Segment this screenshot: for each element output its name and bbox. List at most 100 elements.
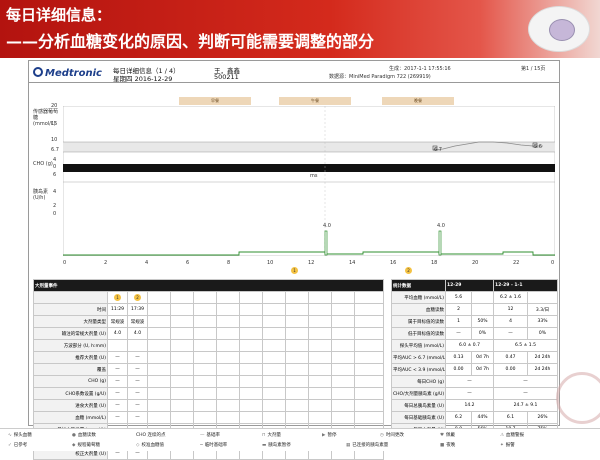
legend-item: ♥ 佩戴 [440,433,456,438]
medtronic-logo: Medtronic [33,67,102,79]
bolus-value-1: 4.0 [323,223,331,229]
table-row: 探头平均值 (mmol/L) 6.0 ± 0.7 6.5 ± 1.5 [391,339,558,352]
row-label: 平均血糖 (mmol/L) [391,291,446,304]
legend-item: ✓ 已参考 [8,443,28,448]
cell-value: — [445,387,494,400]
row-label: 覆盖 [33,363,108,376]
legend-item: ✦ 报警 [500,443,515,448]
x-tick-10: 10 [267,260,274,266]
table-row: 进食大剂量 (U) — — [33,399,385,412]
table-row: 时间 11:29 17:39 [33,303,385,316]
night-icon: ■ [440,443,445,448]
bolus-table-title: 大剂量事件 [32,279,385,292]
bolus-icon: ⊓ [262,433,266,438]
cell-value: 14.2 [445,399,494,412]
x-tick-0: 0 [63,260,67,266]
statistics-table: 统计数据 12-29 12-29 - 1-1 平均血糖 (mmol/L) 5.6 6.2… [391,279,558,448]
legend-item: ◇ 校准血糖值 [136,443,164,448]
legend-item: ∿ 探头血糖 [8,433,32,438]
row-label: 探头平均值 (mmol/L) [391,339,446,352]
cell-value: — [493,375,558,388]
legend-item: CHO 连续的点 [136,433,166,438]
brand-name: Medtronic [45,68,102,79]
legend-item: — 基础率 [200,433,220,438]
table-row: 血糖读数 2 12 3.3/日 [391,303,558,316]
stats-col-a: 12-29 [445,279,494,292]
stats-title: 统计数据 [391,279,446,292]
x-tick-4: 4 [145,260,149,266]
row-label: 血糖读数 [391,303,446,316]
insulin-axis-label: 胰岛素 (U/h) [33,189,49,201]
basal-line-icon: — [200,433,205,438]
cho-label: CHO (g) [33,161,53,167]
x-tick-2: 2 [104,260,108,266]
table-row: 覆盖 — — [33,363,385,376]
meal-breakfast: 早餐 [179,97,251,105]
alert-icon: ⚠ [500,433,505,438]
table-row: 每日总胰岛素量 (U) 14.2 24.7 ± 9.1 [391,399,558,412]
clock-icon: ◷ [380,433,384,438]
row-label: 每日基础胰岛素 (U) [391,411,446,424]
sg-tick-15: 15 [51,121,58,127]
university-seal [556,372,600,424]
x-tick-24: 0 [551,260,555,266]
cell-value: — [445,327,472,340]
x-tick-22: 22 [513,260,520,266]
x-tick-6: 6 [186,260,190,266]
cell-value: — [445,375,494,388]
bolus-bar-1 [324,230,328,256]
table-row: 输注的常规大剂量 (U) 4.0 4.0 [33,327,385,340]
cell-value: 33% [527,315,558,328]
cell-value: 0.00 [493,363,528,376]
bolus-value-2: 4.0 [437,223,445,229]
cell-value: 0% [471,327,494,340]
row-label: CHO (g) [33,375,108,388]
row-label: 血糖 (mmol/L) [33,411,108,424]
sensor-line-icon: ∿ [8,433,12,438]
row-label: 属于目标值的读数 [391,315,446,328]
cell-value: 6.2 [445,411,472,424]
cell-value: — [127,375,148,388]
table-row: 平均血糖 (mmol/L) 5.6 6.2 ± 1.6 [391,291,558,304]
table-row: 每日CHO (g) — — [391,375,558,388]
sg-tick-6-7: 6.7 [51,147,59,153]
cell-value: 6.0 ± 0.7 [445,339,494,352]
cell-value: 2d 24h [527,363,558,376]
bolus-col-badge-1: 1 [114,294,121,301]
cell-value: 4.0 [127,327,148,340]
target-range-band [63,142,555,152]
meal-lunch: 午餐 [279,97,351,105]
cell-value: — [127,387,148,400]
pause-icon: ▶ [322,433,326,438]
daily-detail-report: Medtronic 每日详细信息（1 / 4） 星期四 2016-12-29 王… [28,60,560,460]
cell-value: — [127,411,148,424]
row-label: 进食大剂量 (U) [33,399,108,412]
cell-value: 0.00 [445,363,472,376]
cell-value [527,291,558,304]
legend-item: ▦ 已连接的胰岛素量 [346,443,389,448]
table-row: 平均AUC > 6.7 (mmol/L) 0.13 0d 7h 0.47 2d 24h [391,351,558,364]
check-icon: ✓ [8,443,12,448]
sg-tick-0: 0 [53,164,57,170]
cell-value: — [493,387,558,400]
x-tick-18: 18 [431,260,438,266]
cell-value: — [493,327,528,340]
row-label: 平均AUC < 3.9 (mmol/L) [391,363,446,376]
chart-frame [63,106,555,256]
cell-value: 5.6 [445,291,472,304]
cell-value: 26% [527,411,558,424]
cho-bar [63,164,555,172]
cell-value: — [127,399,148,412]
legend-item: ┅ 临时基础率 [200,443,228,448]
legend-item: ◆ 规程葡萄糖 [72,443,100,448]
glucose-marker-1: 6.7 [434,147,442,153]
x-tick-20: 20 [472,260,479,266]
sg-tick-20: 20 [51,103,58,109]
bolus-badge-2: 2 [405,267,412,274]
table-row: CHO/大剂量胰岛素 (g/U) — — [391,387,558,400]
legend-item: ◷ 时间更改 [380,433,404,438]
medtronic-logo-icon [33,67,43,77]
glucose-marker-2: 5.6 [534,144,542,150]
row-label: 每日CHO (g) [391,375,446,388]
legend-item: ⊓ 大剂量 [262,433,282,438]
